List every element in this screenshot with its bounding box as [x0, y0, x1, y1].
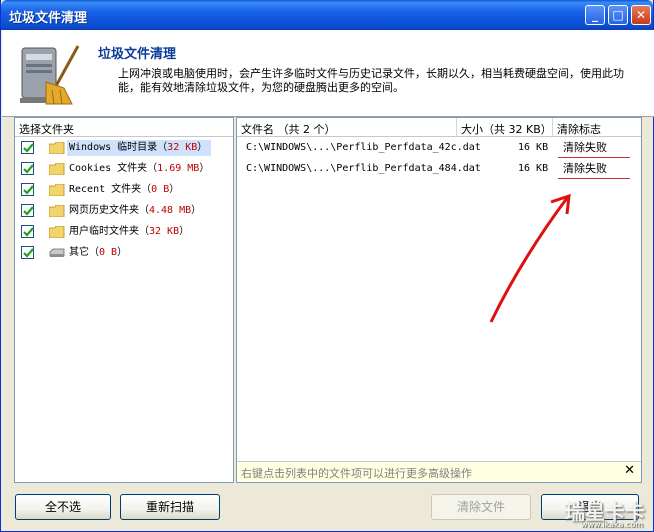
item-size: 0 B [99, 247, 118, 258]
file-row[interactable]: C:\WINDOWS\...\Perflib_Perfdata_42c.dat … [238, 138, 640, 158]
minimize-button[interactable]: _ [585, 5, 605, 25]
title-bar[interactable]: 垃圾文件清理 _ □ ✕ [1, 0, 653, 30]
tree-item-other[interactable]: 其它（0 B） [17, 243, 231, 263]
paren-open: （ [139, 205, 149, 216]
tree-item-label: Windows 临时目录（32 KB） [67, 140, 212, 156]
file-path: C:\WINDOWS\...\Perflib_Perfdata_42c.dat [246, 142, 481, 153]
tree-item-web-history[interactable]: 网页历史文件夹（4.48 MB） [17, 201, 231, 221]
item-size: 4.48 MB [149, 205, 192, 216]
folder-tree-panel: 选择文件夹 Windows 临时目录（32 KB） Cookies 文件夹（1.… [14, 117, 234, 483]
cleanup-window: 垃圾文件清理 _ □ ✕ 垃圾文件清理 上网冲浪或电脑使用时，会产生许多临时文件… [0, 0, 654, 532]
item-name: 其它 [69, 247, 89, 258]
file-status: 清除失败 [563, 141, 607, 154]
item-size: 1.69 MB [157, 163, 200, 174]
header-description: 上网冲浪或电脑使用时，会产生许多临时文件与历史记录文件，长期以久，相当耗费硬盘空… [118, 67, 624, 94]
paren-close: ） [191, 205, 202, 216]
tree-item-cookies[interactable]: Cookies 文件夹（1.69 MB） [17, 159, 231, 179]
paren-open: （ [141, 184, 152, 195]
folder-tree-title: 选择文件夹 [19, 123, 74, 136]
checkbox[interactable] [21, 204, 34, 217]
checkbox[interactable] [21, 162, 34, 175]
checkmark-icon [23, 248, 34, 258]
column-size[interactable]: 大小（共 32 KB） [457, 118, 553, 136]
item-name: 用户临时文件夹 [69, 226, 139, 237]
file-list-header: 文件名 （共 2 个） 大小（共 32 KB） 清除标志 [237, 118, 641, 137]
item-name: Recent 文件夹 [69, 184, 142, 195]
checkmark-icon [23, 164, 34, 174]
rescan-button[interactable]: 重新扫描 [120, 494, 220, 520]
paren-open: （ [147, 163, 158, 174]
file-size: 16 KB [518, 163, 549, 174]
paren-open: （ [139, 226, 149, 237]
paren-close: ） [169, 184, 180, 195]
paren-close: ） [199, 163, 210, 174]
status-underline [558, 157, 630, 158]
file-row[interactable]: C:\WINDOWS\...\Perflib_Perfdata_484.dat … [238, 159, 640, 179]
hint-bar: 右键点击列表中的文件项可以进行更多高级操作 ✕ [237, 461, 641, 482]
checkbox[interactable] [21, 246, 34, 259]
maximize-icon: □ [612, 8, 624, 22]
paren-open: （ [89, 247, 99, 258]
item-name: Windows 临时目录 [69, 142, 158, 153]
header-banner: 垃圾文件清理 上网冲浪或电脑使用时，会产生许多临时文件与历史记录文件，长期以久，… [2, 30, 654, 117]
paren-close: ） [117, 247, 128, 258]
checkmark-icon [23, 143, 34, 153]
column-filename[interactable]: 文件名 （共 2 个） [237, 118, 457, 136]
close-button[interactable]: ✕ [631, 5, 651, 25]
checkmark-icon [23, 227, 34, 237]
hint-text: 右键点击列表中的文件项可以进行更多高级操作 [241, 467, 472, 480]
column-size-label: 大小（共 32 KB） [461, 123, 552, 136]
computer-broom-icon [20, 45, 80, 105]
checkmark-icon [23, 185, 34, 195]
status-underline [558, 178, 630, 179]
file-size: 16 KB [518, 142, 549, 153]
item-size: 32 KB [167, 142, 198, 153]
header-title: 垃圾文件清理 [98, 47, 177, 62]
folder-icon [49, 226, 65, 238]
checkbox[interactable] [21, 225, 34, 238]
file-path: C:\WINDOWS\...\Perflib_Perfdata_484.dat [246, 163, 481, 174]
clean-files-button[interactable]: 清除文件 [431, 494, 531, 520]
red-arrow-annotation [489, 193, 571, 323]
column-filename-label: 文件名 （共 2 个） [241, 123, 336, 136]
maximize-button[interactable]: □ [608, 5, 628, 25]
drive-icon [49, 248, 65, 257]
paren-close: ） [179, 226, 190, 237]
tree-item-recent[interactable]: Recent 文件夹（0 B） [17, 180, 231, 200]
folder-icon [49, 163, 65, 175]
column-status[interactable]: 清除标志 [553, 118, 641, 136]
tree-item-label: 用户临时文件夹（32 KB） [67, 224, 193, 240]
folder-icon [49, 184, 65, 196]
hint-close-icon[interactable]: ✕ [624, 463, 635, 478]
item-name: Cookies 文件夹 [69, 163, 148, 174]
tree-item-label: Recent 文件夹（0 B） [67, 182, 183, 198]
file-status: 清除失败 [563, 162, 607, 175]
folder-tree-header: 选择文件夹 [15, 118, 233, 137]
checkbox[interactable] [21, 183, 34, 196]
paren-open: （ [157, 142, 168, 153]
minimize-icon: _ [592, 8, 598, 22]
deselect-all-button[interactable]: 全不选 [15, 494, 111, 520]
folder-icon [49, 205, 65, 217]
file-list-panel: 文件名 （共 2 个） 大小（共 32 KB） 清除标志 C:\WINDOWS\… [236, 117, 642, 483]
column-status-label: 清除标志 [557, 123, 601, 136]
tree-item-user-temp[interactable]: 用户临时文件夹（32 KB） [17, 222, 231, 242]
tree-item-label: Cookies 文件夹（1.69 MB） [67, 161, 213, 177]
folder-icon [49, 142, 65, 154]
item-size: 32 KB [149, 226, 180, 237]
item-name: 网页历史文件夹 [69, 205, 139, 216]
paren-close: ） [197, 142, 208, 153]
item-size: 0 B [151, 184, 170, 195]
tree-item-windows-temp[interactable]: Windows 临时目录（32 KB） [17, 138, 231, 158]
tree-item-label: 网页历史文件夹（4.48 MB） [67, 203, 205, 219]
window-title: 垃圾文件清理 [9, 11, 88, 26]
checkbox[interactable] [21, 141, 34, 154]
watermark-url: www.ikaka.com [580, 520, 643, 529]
close-icon: ✕ [635, 8, 647, 22]
checkmark-icon [23, 206, 34, 216]
tree-item-label: 其它（0 B） [67, 245, 131, 261]
